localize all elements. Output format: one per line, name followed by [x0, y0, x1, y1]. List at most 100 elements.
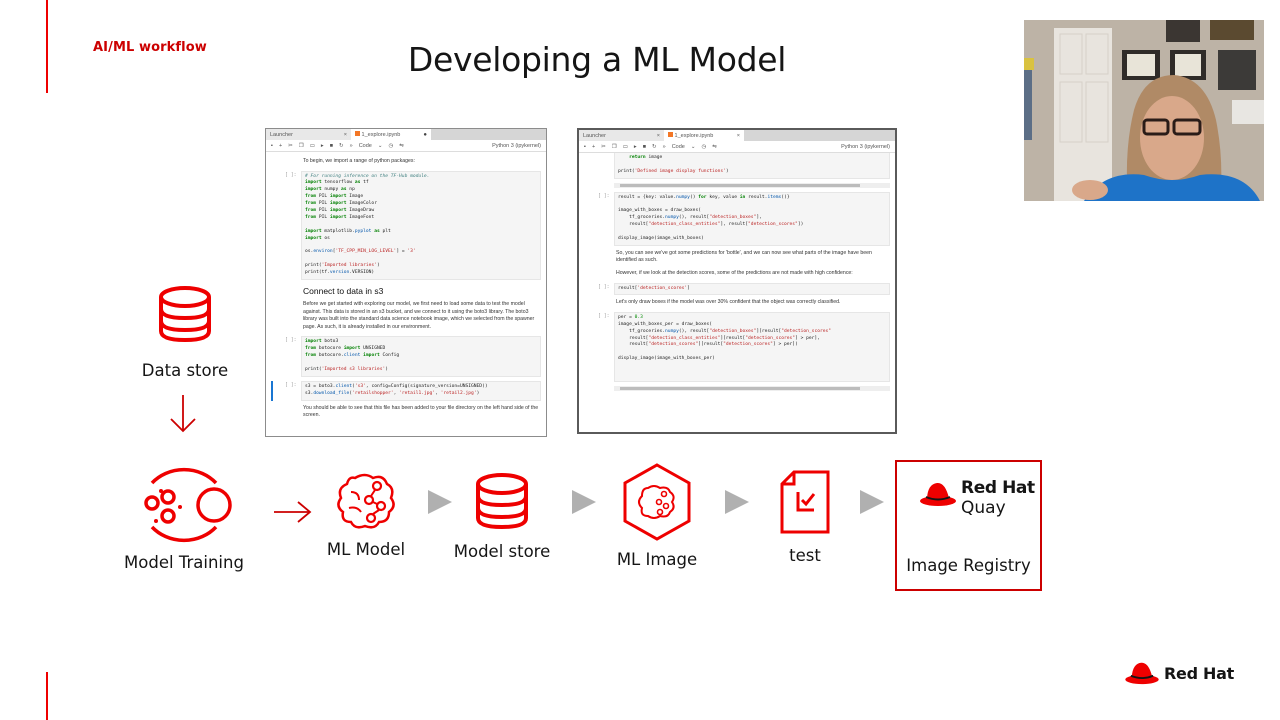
checklist-document-icon: [780, 470, 830, 534]
code-line: print('Defined image display functions'): [618, 168, 729, 174]
code-editor[interactable]: s3 = boto3.client('s3', config=Config(si…: [301, 380, 541, 401]
kernel-status[interactable]: Python 3 (ipykernel): [492, 143, 541, 149]
markdown-intro: To begin, we import a range of python pa…: [303, 158, 415, 164]
close-icon[interactable]: ×: [344, 132, 347, 138]
code-line: import os: [305, 235, 330, 241]
fast-forward-icon[interactable]: »: [350, 143, 353, 149]
red-hat-logo: Red Hat: [1124, 660, 1234, 686]
cut-icon[interactable]: ✂: [601, 144, 606, 150]
code-cell[interactable]: return image print('Defined image displa…: [584, 153, 890, 179]
brain-network-icon: [337, 473, 395, 529]
tab-launcher[interactable]: Launcher ×: [266, 129, 351, 140]
stage-model-training: Model Training: [120, 465, 248, 572]
tab-label: Launcher: [583, 132, 606, 139]
presenter-webcam-video: [1024, 20, 1264, 201]
add-cell-icon[interactable]: +: [279, 143, 282, 149]
clock-icon[interactable]: ◷: [701, 144, 706, 150]
stage-label: Model Training: [124, 553, 244, 572]
code-line: display_image(image_with_boxes_per): [618, 356, 715, 362]
git-icon[interactable]: ⇋: [712, 144, 717, 150]
save-icon[interactable]: ▪: [271, 143, 273, 149]
code-editor[interactable]: # For running inference on the TF-Hub mo…: [301, 170, 541, 280]
scrollbar-thumb[interactable]: [620, 183, 860, 187]
paste-icon[interactable]: ▭: [310, 143, 315, 149]
git-icon[interactable]: ⇋: [399, 143, 404, 149]
code-cell-active[interactable]: [ ]: s3 = boto3.client('s3', config=Conf…: [271, 380, 541, 401]
stage-image-registry: Red Hat Quay Image Registry: [895, 460, 1042, 591]
code-cell[interactable]: [ ]: # For running inference on the TF-H…: [271, 170, 541, 280]
stage-test: test: [765, 470, 845, 565]
arrow-right-icon: [725, 490, 749, 514]
unsaved-dot-icon[interactable]: ●: [423, 132, 427, 138]
brand-name: Red Hat: [1164, 663, 1234, 683]
code-editor[interactable]: return image print('Defined image displa…: [614, 153, 890, 179]
kernel-status[interactable]: Python 3 (ipykernel): [841, 144, 890, 150]
database-icon: [159, 286, 211, 343]
markdown-paragraph: However, if we look at the detection sco…: [616, 269, 853, 276]
run-icon[interactable]: ▸: [634, 144, 637, 150]
tab-explore-notebook[interactable]: 1_explore.ipynb ●: [351, 129, 431, 140]
markdown-heading: Connect to data in s3: [303, 285, 384, 296]
code-editor[interactable]: import boto3 from botocore import UNSIGNE…: [301, 336, 541, 377]
fast-forward-icon[interactable]: »: [663, 144, 666, 150]
code-cell[interactable]: [ ]: result['detection_scores']: [584, 282, 890, 296]
red-hat-quay-logo: Red Hat Quay: [919, 480, 1035, 517]
code-line: os.environ['TF_CPP_MIN_LOG_LEVEL'] = '3': [305, 249, 416, 255]
code-line: result = {key: value.numpy() for key, va…: [618, 194, 790, 200]
code-editor[interactable]: result = {key: value.numpy() for key, va…: [614, 191, 890, 246]
stop-icon[interactable]: ■: [643, 144, 646, 150]
stage-data-store: Data store: [130, 285, 240, 380]
close-icon[interactable]: ×: [657, 133, 660, 139]
code-cell[interactable]: [ ]: result = {key: value.numpy() for ke…: [584, 191, 890, 246]
notebook-tab-bar: Launcher × 1_explore.ipynb ●: [266, 129, 546, 140]
code-line: per = 0.3: [618, 314, 643, 320]
cell-prompt: [ ]:: [598, 313, 610, 319]
chevron-down-icon[interactable]: ⌄: [378, 143, 383, 149]
database-icon: [476, 473, 528, 530]
markdown-paragraph: Let's only draw boxes if the model was o…: [616, 299, 841, 306]
tab-label: 1_explore.ipynb: [361, 132, 401, 138]
stop-icon[interactable]: ■: [330, 143, 333, 149]
arrow-right-icon: [428, 490, 452, 514]
code-line: from botocore.client import Config: [305, 353, 400, 359]
clock-icon[interactable]: ◷: [388, 143, 393, 149]
run-icon[interactable]: ▸: [321, 143, 324, 149]
close-icon[interactable]: ×: [737, 133, 740, 139]
restart-icon[interactable]: ↻: [652, 144, 657, 150]
code-editor[interactable]: result['detection_scores']: [614, 282, 890, 296]
code-editor[interactable]: per = 0.3 image_with_boxes_per = draw_box…: [614, 311, 890, 383]
stage-label: ML Image: [616, 550, 698, 569]
code-line: from PIL import ImageFont: [305, 214, 375, 220]
stage-label: test: [789, 546, 821, 565]
cell-type-select[interactable]: Code: [359, 143, 372, 149]
code-cell[interactable]: [ ]: per = 0.3 image_with_boxes_per = dra…: [584, 311, 890, 383]
slide-title: Developing a ML Model: [407, 40, 787, 79]
add-cell-icon[interactable]: +: [592, 144, 595, 150]
tab-explore-notebook[interactable]: 1_explore.ipynb ×: [664, 130, 744, 141]
code-line: result["detection_class_entities"], resu…: [618, 222, 804, 228]
code-cell[interactable]: [ ]: import boto3 from botocore import UN…: [271, 336, 541, 377]
copy-icon[interactable]: ❐: [612, 144, 617, 150]
code-line: result['detection_scores']: [618, 285, 690, 291]
stage-ml-model: ML Model: [316, 470, 416, 559]
code-line: print('Imported s3 libraries'): [305, 366, 389, 372]
cell-type-select[interactable]: Code: [672, 144, 685, 150]
cut-icon[interactable]: ✂: [288, 143, 293, 149]
horizontal-scrollbar[interactable]: [614, 386, 890, 392]
restart-icon[interactable]: ↻: [339, 143, 344, 149]
code-line: from PIL import ImageDraw: [305, 207, 375, 213]
code-line: return image: [629, 155, 663, 160]
arrow-right-icon: [274, 501, 312, 523]
save-icon[interactable]: ▪: [584, 144, 586, 150]
chevron-down-icon[interactable]: ⌄: [691, 144, 696, 150]
arrow-right-icon: [860, 490, 884, 514]
tab-label: 1_explore.ipynb: [674, 133, 714, 139]
scrollbar-thumb[interactable]: [620, 387, 860, 391]
horizontal-scrollbar[interactable]: [614, 182, 890, 188]
tab-launcher[interactable]: Launcher ×: [579, 130, 664, 141]
paste-icon[interactable]: ▭: [623, 144, 628, 150]
copy-icon[interactable]: ❐: [299, 143, 304, 149]
